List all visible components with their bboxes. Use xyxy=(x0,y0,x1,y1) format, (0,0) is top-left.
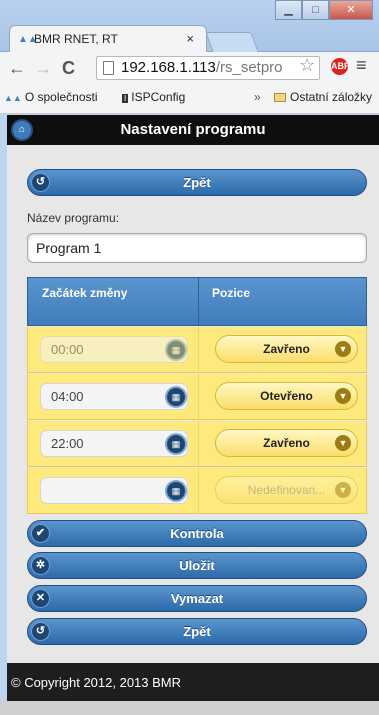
browser-tab[interactable]: ▲▲ BMR RNET, RT × xyxy=(9,25,207,53)
new-tab-button[interactable] xyxy=(205,32,259,52)
time-input[interactable]: 22:00 ▦ xyxy=(40,430,188,457)
chevron-down-icon: ▼ xyxy=(335,341,351,357)
close-icon: ✕ xyxy=(32,590,49,607)
table-row: 22:00 ▦ Zavřeno ▼ xyxy=(27,421,367,467)
time-picker-icon[interactable]: ▦ xyxy=(167,388,185,406)
maximize-icon[interactable]: □ xyxy=(302,0,329,20)
position-select[interactable]: Zavřeno ▼ xyxy=(215,335,358,363)
time-input[interactable]: ▦ xyxy=(40,477,188,504)
favicon-icon: ▲▲ xyxy=(18,34,38,45)
forward-arrow-icon[interactable]: → xyxy=(34,58,52,79)
window-bottom xyxy=(0,701,379,715)
time-picker-icon[interactable]: ▦ xyxy=(167,482,185,500)
page-icon xyxy=(103,61,114,75)
bookmarks-bar: ▲▲ O společnosti I ISPConfig » Ostatní zál… xyxy=(0,84,379,114)
chevron-down-icon: ▼ xyxy=(335,435,351,451)
row-divider xyxy=(198,468,199,514)
tab-close-icon[interactable]: × xyxy=(186,31,194,46)
position-value: Otevřeno xyxy=(260,389,313,403)
time-value: 00:00 xyxy=(51,342,84,357)
other-bookmarks[interactable]: Ostatní záložky xyxy=(274,90,372,104)
url-path: /rs_setpro xyxy=(215,59,283,76)
check-icon: ✔ xyxy=(32,525,49,542)
position-select[interactable]: Otevřeno ▼ xyxy=(215,382,358,410)
favicon-icon: ▲▲ xyxy=(4,93,22,103)
position-select[interactable]: Nedefinovan... ▼ xyxy=(215,476,358,504)
check-button-label: Kontrola xyxy=(170,526,224,541)
position-value: Nedefinovan... xyxy=(247,483,326,497)
col-start-header: Začátek změny xyxy=(42,286,128,300)
save-button[interactable]: ✲ Uložit xyxy=(27,552,367,579)
position-value: Zavřeno xyxy=(263,436,310,450)
url-host: 192.168.1.113 xyxy=(121,59,216,76)
adblock-icon[interactable]: ABP xyxy=(331,58,350,75)
page-footer: © Copyright 2012, 2013 BMR xyxy=(7,663,379,701)
program-name-label: Název programu: xyxy=(27,211,120,225)
back-button-bottom[interactable]: ↺ Zpět xyxy=(27,618,367,645)
time-value: 22:00 xyxy=(51,436,84,451)
bookmark-label: ISPConfig xyxy=(131,90,186,104)
time-input[interactable]: 00:00 ▦ xyxy=(40,336,188,363)
back-arrow-icon[interactable]: ← xyxy=(8,58,26,79)
menu-icon[interactable]: ≡ xyxy=(356,55,367,76)
gear-icon: ✲ xyxy=(32,557,49,574)
page-title: Nastavení programu xyxy=(120,121,266,138)
delete-button[interactable]: ✕ Vymazat xyxy=(27,585,367,612)
back-icon: ↺ xyxy=(32,174,49,191)
other-bookmarks-label: Ostatní záložky xyxy=(290,90,373,104)
time-picker-icon[interactable]: ▦ xyxy=(167,435,185,453)
reload-icon[interactable]: C xyxy=(62,58,75,79)
schedule-table-header: Začátek změny Pozice xyxy=(27,277,367,326)
col-position-header: Pozice xyxy=(212,286,251,300)
chevron-down-icon: ▼ xyxy=(335,388,351,404)
table-row: 04:00 ▦ Otevřeno ▼ xyxy=(27,374,367,420)
bookmark-item[interactable]: ▲▲ O společnosti xyxy=(4,90,98,104)
table-row: ▦ Nedefinovan... ▼ xyxy=(27,468,367,514)
save-button-label: Uložit xyxy=(179,558,215,573)
row-divider xyxy=(198,421,199,467)
window-frame xyxy=(0,115,7,701)
browser-titlebar: ▲▲ BMR RNET, RT × ▁ □ ✕ xyxy=(0,0,379,53)
table-row: 00:00 ▦ Zavřeno ▼ xyxy=(27,327,367,373)
chevron-down-icon: ▼ xyxy=(335,482,351,498)
check-button[interactable]: ✔ Kontrola xyxy=(27,520,367,547)
time-value: 04:00 xyxy=(51,389,84,404)
bookmark-item[interactable]: I ISPConfig xyxy=(122,90,185,104)
position-value: Zavřeno xyxy=(263,342,310,356)
window-controls: ▁ □ ✕ xyxy=(275,0,373,20)
bookmark-label: O společnosti xyxy=(24,90,98,104)
ispconfig-icon: I xyxy=(122,94,129,103)
folder-icon xyxy=(274,93,286,102)
program-name-input[interactable]: Program 1 xyxy=(27,233,367,263)
row-divider xyxy=(198,327,199,373)
tab-title: BMR RNET, RT xyxy=(34,32,118,46)
back-button-label: Zpět xyxy=(183,624,211,639)
minimize-icon[interactable]: ▁ xyxy=(275,0,302,20)
back-icon: ↺ xyxy=(32,623,49,640)
back-button-top[interactable]: ↺ Zpět xyxy=(27,169,367,196)
back-button-label: Zpět xyxy=(183,175,211,190)
time-picker-icon[interactable]: ▦ xyxy=(167,341,185,359)
page-header: ⌂ Nastavení programu xyxy=(7,115,379,145)
time-input[interactable]: 04:00 ▦ xyxy=(40,383,188,410)
position-select[interactable]: Zavřeno ▼ xyxy=(215,429,358,457)
address-bar-row: ← → C 192.168.1.113/rs_setpro xyxy=(0,52,379,84)
bookmarks-overflow-icon[interactable]: » xyxy=(254,90,261,104)
header-divider xyxy=(198,278,199,325)
row-divider xyxy=(198,374,199,420)
bookmark-star-icon[interactable]: ☆ xyxy=(299,55,315,76)
url-input[interactable]: 192.168.1.113/rs_setpro xyxy=(96,56,320,80)
delete-button-label: Vymazat xyxy=(170,591,224,606)
window-close-icon[interactable]: ✕ xyxy=(329,0,373,20)
